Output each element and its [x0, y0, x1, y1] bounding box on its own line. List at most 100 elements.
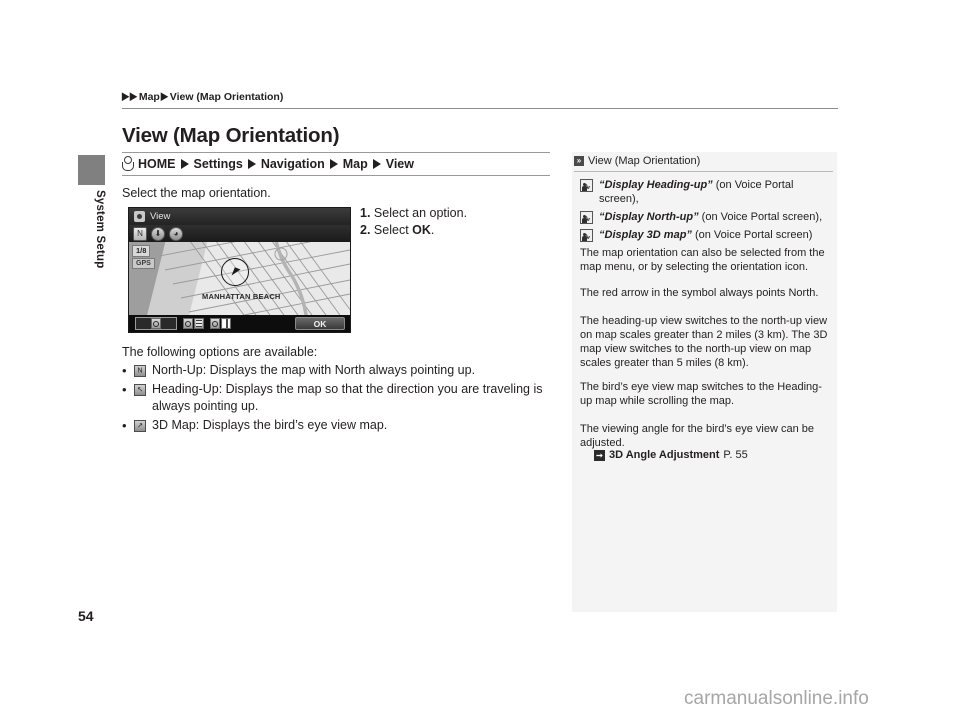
step-number-2: 2.: [360, 223, 371, 237]
title-divider: [122, 152, 550, 153]
north-up-button[interactable]: N: [133, 226, 147, 241]
list-item: • N North-Up: Displays the map with Nort…: [122, 362, 560, 380]
list-item: • ↖ Heading-Up: Displays the map so that…: [122, 381, 560, 416]
options-list: • N North-Up: Displays the map with Nort…: [122, 362, 560, 435]
breadcrumb-item-0: Map: [138, 91, 160, 103]
voice-command-suffix-1: (on Voice Portal screen),: [698, 211, 823, 223]
chapter-tab-marker: [78, 155, 105, 185]
step-text-2-bold: OK: [412, 223, 431, 237]
side-note-divider: [574, 171, 833, 172]
note-icon: »: [574, 155, 584, 166]
step-text-2-suffix: .: [430, 223, 435, 237]
north-up-selected-box[interactable]: [135, 317, 177, 330]
bullet-icon: •: [122, 381, 127, 397]
north-up-glyph: N: [137, 228, 143, 238]
header-divider: [122, 108, 838, 109]
breadcrumb-triangle-icon: ▶: [122, 90, 129, 102]
list-item: ∿ “Display Heading-up” (on Voice Portal …: [580, 178, 832, 206]
bullet-icon: •: [122, 363, 127, 378]
nav-path-item-view: View: [385, 156, 414, 171]
cross-reference-title: 3D Angle Adjustment: [609, 449, 720, 461]
cross-reference-link[interactable]: ➞ 3D Angle Adjustment P. 55: [594, 448, 748, 462]
options-intro-text: The following options are available:: [122, 345, 318, 359]
nav-path-divider: [122, 175, 550, 176]
nav-path-item-settings: Settings: [193, 156, 243, 171]
bottom-option-north-up[interactable]: [135, 317, 177, 330]
page-title: View (Map Orientation): [122, 124, 340, 147]
map-scale-indicator: 1/8: [132, 245, 151, 257]
list-item: ∿ “Display 3D map” (on Voice Portal scre…: [580, 228, 832, 242]
voice-wave-shape: ∿: [583, 232, 591, 241]
side-note-paragraph-0: The map orientation can also be selected…: [580, 247, 825, 273]
heading-up-button[interactable]: ⬇: [151, 226, 165, 241]
3d-map-glyph: ↗: [137, 422, 143, 429]
3d-map-chip-icon: [210, 318, 220, 329]
chevron-right-icon: [247, 158, 256, 169]
voice-command-text-2: “Display 3D map” (on Voice Portal screen…: [599, 228, 832, 242]
voice-command-text-1: “Display North-up” (on Voice Portal scre…: [599, 210, 832, 224]
breadcrumb: ▶▶ Map▶ View (Map Orientation): [122, 90, 284, 103]
bottom-option-heading-up[interactable]: [183, 317, 204, 330]
page-number: 54: [78, 608, 94, 624]
side-note-paragraph-3: The bird’s eye view map switches to the …: [580, 381, 822, 407]
site-watermark: carmanualsonline.info: [684, 688, 869, 709]
side-note-paragraph-2: The heading-up view switches to the nort…: [580, 315, 828, 369]
3d-map-grid-icon: [221, 318, 231, 329]
heading-up-icon: ↖: [134, 383, 146, 396]
map-place-label: MANHATTAN BEACH: [202, 292, 281, 301]
breadcrumb-item-1: View (Map Orientation): [169, 91, 284, 103]
side-note-header: » View (Map Orientation): [572, 152, 837, 169]
home-person-icon: [122, 156, 134, 171]
voice-command-icon: ∿: [580, 229, 593, 242]
list-item: ∿ “Display North-up” (on Voice Portal sc…: [580, 210, 832, 224]
chevron-right-icon: [180, 158, 189, 169]
bottom-option-3d-map[interactable]: [210, 317, 231, 330]
option-text-heading-up: Heading-Up: Displays the map so that the…: [152, 381, 543, 414]
voice-wave-shape: ∿: [583, 182, 591, 191]
navigation-path: HOME Settings Navigation Map View: [122, 156, 414, 171]
nav-screen-title: View: [150, 211, 171, 222]
nav-path-item-map: Map: [342, 156, 368, 171]
heading-up-glyph: ⬇: [154, 228, 162, 238]
voice-wave-shape: ∿: [583, 214, 591, 223]
side-note-title: View (Map Orientation): [588, 154, 701, 167]
3d-map-button[interactable]: ◕: [169, 226, 183, 241]
nav-screen-orientation-toolbar[interactable]: N ⬇ ◕: [129, 225, 350, 242]
north-up-icon: N: [134, 365, 146, 377]
step-item-2: 2. Select OK.: [360, 222, 467, 239]
step-text-2: Select: [373, 223, 413, 237]
nav-screen-titlebar: View: [129, 208, 350, 225]
side-note-paragraph-1: The red arrow in the symbol always point…: [580, 287, 819, 299]
jump-to-icon: ➞: [594, 449, 605, 461]
voice-command-list: ∿ “Display Heading-up” (on Voice Portal …: [580, 178, 832, 246]
voice-command-suffix-2: (on Voice Portal screen): [691, 229, 813, 241]
nav-screen-bottom-bar[interactable]: OK: [129, 315, 350, 332]
north-up-chip-icon: [151, 318, 161, 329]
cross-reference-page: P. 55: [723, 449, 748, 461]
voice-command-phrase-0: “Display Heading-up”: [599, 179, 713, 191]
step-list: 1. Select an option. 2. Select OK.: [360, 205, 467, 239]
step-text-1: Select an option.: [373, 206, 468, 220]
nav-screen-map-area[interactable]: 1/8 GPS MANHATTAN BEACH: [129, 242, 350, 317]
map-gps-indicator: GPS: [132, 258, 155, 269]
side-note-paragraph-4: The viewing angle for the bird’s eye vie…: [580, 423, 814, 449]
voice-command-text-0: “Display Heading-up” (on Voice Portal sc…: [599, 178, 832, 206]
bullet-icon: •: [122, 417, 127, 433]
view-settings-icon: [134, 211, 145, 222]
option-text-north-up: North-Up: Displays the map with North al…: [152, 363, 476, 377]
heading-up-lines-icon: [194, 318, 204, 329]
step-item-1: 1. Select an option.: [360, 205, 467, 222]
intro-text: Select the map orientation.: [122, 186, 271, 200]
heading-up-glyph: ↖: [137, 386, 143, 393]
voice-command-phrase-1: “Display North-up”: [599, 211, 699, 223]
ok-button[interactable]: OK: [295, 317, 345, 330]
chapter-label: System Setup: [94, 190, 106, 269]
3d-map-glyph: ◕: [173, 228, 179, 238]
3d-map-icon: ↗: [134, 419, 146, 432]
voice-command-icon: ∿: [580, 179, 593, 192]
voice-command-icon: ∿: [580, 211, 593, 224]
breadcrumb-triangle-icon: ▶: [160, 90, 168, 102]
voice-command-phrase-2: “Display 3D map”: [599, 229, 692, 241]
chevron-right-icon: [329, 158, 338, 169]
side-note-panel: » View (Map Orientation) ∿ “Display Head…: [572, 152, 837, 612]
